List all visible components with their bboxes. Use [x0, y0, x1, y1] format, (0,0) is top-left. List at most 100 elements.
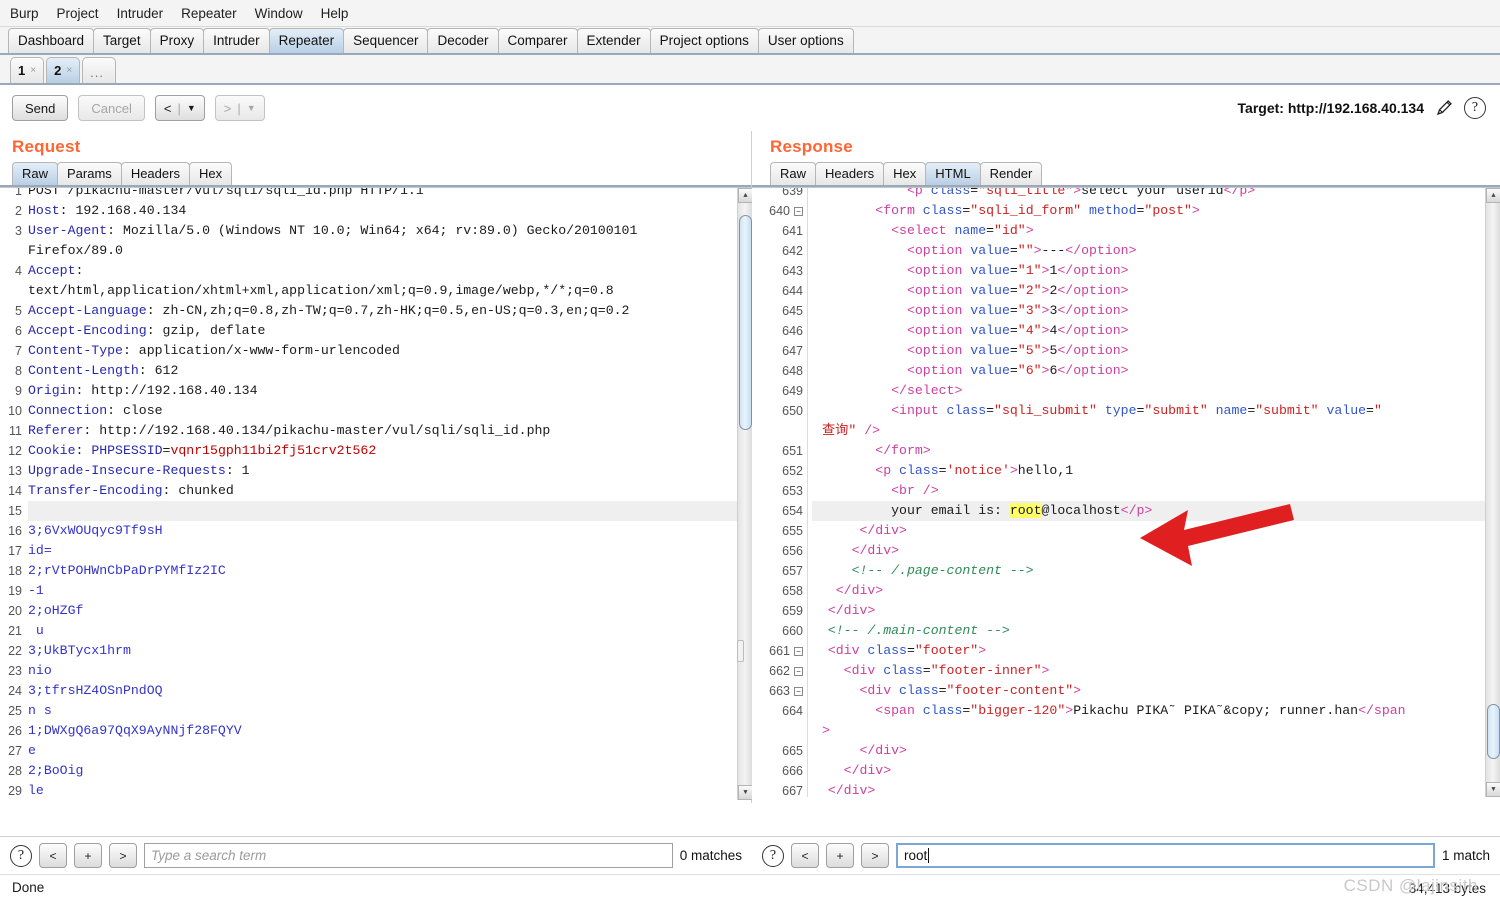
tab-target[interactable]: Target — [93, 28, 151, 53]
code-token: 2;BoOig — [28, 763, 84, 778]
code-line: Referer: http://192.168.40.134/pikachu-m… — [28, 421, 738, 441]
code-line: your email is: root@localhost</p> — [812, 501, 1486, 521]
fold-toggle-icon[interactable]: − — [794, 647, 803, 657]
line-number: 665 — [782, 744, 803, 758]
code-token: </div> — [812, 523, 907, 538]
code-line: </div> — [812, 581, 1486, 601]
code-token: <div — [812, 683, 892, 698]
tab-comparer[interactable]: Comparer — [497, 28, 578, 53]
scroll-up-arrow-icon[interactable]: ▲ — [1486, 188, 1500, 203]
code-token: PHPSESSID — [91, 443, 163, 458]
line-number: 27 — [8, 744, 22, 758]
tab-sequencer[interactable]: Sequencer — [343, 28, 429, 53]
response-editor[interactable]: 639 640− 641 642 643 644 645 646 647 648 649 650 651… — [752, 187, 1500, 797]
tab-user-options[interactable]: User options — [757, 28, 854, 53]
code-token: "1" — [1017, 263, 1042, 278]
code-token: : — [75, 263, 84, 278]
search-add-button[interactable]: + — [74, 843, 102, 868]
search-help-icon[interactable]: ? — [762, 844, 784, 867]
code-token: = — [1009, 283, 1018, 298]
menu-item-window[interactable]: Window — [253, 5, 305, 22]
code-token: <br /> — [812, 483, 939, 498]
go-back-button[interactable]: < | ▼ — [154, 95, 205, 121]
fold-toggle-icon[interactable]: − — [794, 687, 803, 697]
menu-item-intruder[interactable]: Intruder — [115, 5, 166, 22]
tab-extender[interactable]: Extender — [576, 28, 651, 53]
scroll-up-arrow-icon[interactable]: ▲ — [738, 188, 752, 203]
code-token: value — [962, 363, 1010, 378]
code-token: value — [1318, 403, 1367, 418]
search-prev-button[interactable]: < — [791, 843, 819, 868]
search-add-button[interactable]: + — [826, 843, 854, 868]
request-tab-params[interactable]: Params — [57, 162, 122, 185]
code-line — [28, 501, 738, 521]
menu-item-project[interactable]: Project — [55, 5, 101, 22]
response-tab-render[interactable]: Render — [979, 162, 1043, 185]
response-tab-headers[interactable]: Headers — [815, 162, 885, 185]
search-next-button[interactable]: > — [861, 843, 889, 868]
search-help-icon[interactable]: ? — [10, 844, 32, 867]
request-vertical-scrollbar[interactable]: ▲ ▼ — [737, 188, 752, 800]
scroll-down-arrow-icon[interactable]: ▼ — [738, 785, 752, 800]
pane-resize-grip[interactable] — [737, 640, 744, 662]
response-vertical-scrollbar[interactable]: ▲ ▼ — [1485, 188, 1500, 797]
code-token: <!-- /.page-content --> — [812, 563, 1034, 578]
code-token: = — [1366, 403, 1374, 418]
search-next-button[interactable]: > — [109, 843, 137, 868]
tab-decoder[interactable]: Decoder — [427, 28, 499, 53]
line-number: 6 — [15, 324, 22, 338]
close-icon[interactable]: × — [30, 59, 36, 83]
scrollbar-thumb[interactable] — [1487, 704, 1500, 759]
tab-intruder[interactable]: Intruder — [203, 28, 270, 53]
repeater-tab-2[interactable]: 2 × — [46, 57, 81, 83]
code-line: </select> — [812, 381, 1486, 401]
request-tab-headers[interactable]: Headers — [120, 162, 190, 185]
send-button[interactable]: Send — [12, 95, 69, 121]
tab-project-options[interactable]: Project options — [649, 28, 759, 53]
tab-repeater[interactable]: Repeater — [268, 28, 345, 53]
menu-item-help[interactable]: Help — [319, 5, 351, 22]
repeater-tab-more[interactable]: ... — [82, 57, 117, 83]
code-token: Pikachu PIKA˜ PIKA˜&copy; runner.han — [1073, 703, 1359, 718]
code-line: text/html,application/xhtml+xml,applicat… — [28, 281, 738, 301]
code-token: le — [28, 783, 44, 798]
code-token: Accept-Encoding — [28, 323, 147, 338]
code-token: </option> — [1057, 323, 1129, 338]
response-search-input[interactable]: root — [896, 843, 1435, 868]
response-tab-html[interactable]: HTML — [925, 162, 981, 185]
close-icon[interactable]: × — [66, 59, 72, 83]
request-tab-raw[interactable]: Raw — [12, 162, 59, 185]
menu-item-repeater[interactable]: Repeater — [179, 5, 239, 22]
scroll-down-arrow-icon[interactable]: ▼ — [1486, 782, 1500, 797]
code-line: <div class="footer-inner"> — [812, 661, 1486, 681]
line-number: 652 — [782, 464, 803, 478]
line-number: 17 — [8, 544, 22, 558]
search-prev-button[interactable]: < — [39, 843, 67, 868]
fold-toggle-icon[interactable]: − — [794, 667, 803, 677]
code-token: Firefox/89.0 — [28, 243, 123, 258]
repeater-tab-label: ... — [90, 64, 104, 80]
tab-dashboard[interactable]: Dashboard — [8, 28, 95, 53]
request-editor[interactable]: 1 2 3 4 5 6 7 8 9 10 11 12 13 14 15 16 17 18 19 20 21 22 23 24 2… — [0, 187, 752, 800]
help-icon[interactable]: ? — [1464, 97, 1486, 119]
menu-item-burp[interactable]: Burp — [8, 5, 41, 22]
response-line-numbers: 639 640− 641 642 643 644 645 646 647 648 649 650 651… — [752, 188, 808, 797]
code-token: text/html,application/xhtml+xml,applicat… — [28, 283, 614, 298]
code-line: u — [28, 621, 738, 641]
request-search-input[interactable]: Type a search term — [144, 843, 673, 868]
scrollbar-thumb[interactable] — [739, 215, 752, 430]
scrollbar-trough[interactable] — [1486, 203, 1500, 782]
line-number: 642 — [782, 244, 803, 258]
fold-toggle-icon[interactable]: − — [794, 207, 803, 217]
request-code[interactable]: POST /pikachu-master/vul/sqli/sqli_id.ph… — [28, 188, 738, 800]
tab-proxy[interactable]: Proxy — [149, 28, 205, 53]
edit-target-pencil-icon[interactable] — [1434, 98, 1454, 118]
code-token: value — [962, 283, 1010, 298]
response-code[interactable]: <p class="sqli_title">select your userid… — [812, 187, 1486, 797]
code-token: p — [914, 187, 923, 198]
response-tab-raw[interactable]: Raw — [770, 162, 817, 185]
repeater-tab-1[interactable]: 1 × — [10, 57, 45, 83]
request-tab-hex[interactable]: Hex — [188, 162, 233, 185]
text-caret — [928, 848, 930, 863]
response-tab-hex[interactable]: Hex — [883, 162, 927, 185]
